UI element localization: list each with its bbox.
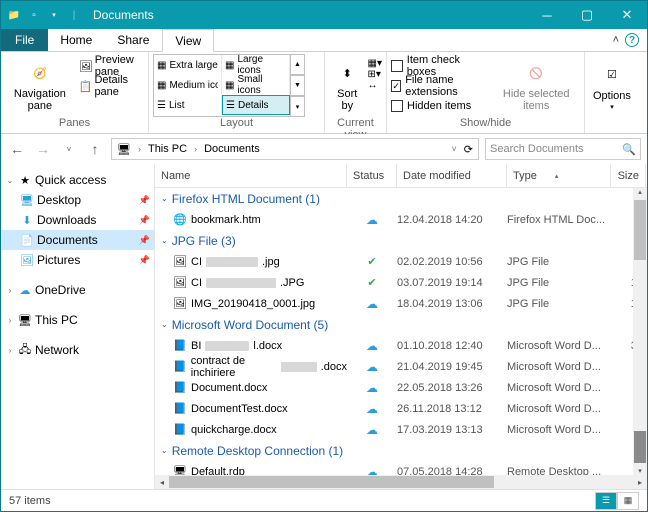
layout-gallery[interactable]: ▦Extra large icons▦Large icons ▦Medium i… [153,54,291,117]
vertical-scrollbar[interactable]: ▴ ▾ [633,188,647,475]
qat-separator: | [65,6,83,24]
preview-pane-button[interactable]: 🖼Preview pane [77,56,144,76]
layout-expand[interactable]: ▾ [291,96,305,117]
forward-button[interactable]: → [33,139,53,159]
up-button[interactable]: ↑ [85,139,105,159]
file-icon: 📘 [173,381,187,394]
thumb-view-button[interactable]: ▦ [617,492,639,510]
qat-props-icon[interactable]: ▫ [25,6,43,24]
pc-icon: 🖥 [114,143,134,156]
status-bar: 57 items ☰ ▦ [1,489,647,511]
file-icon: 📘 [173,423,187,436]
window-title: Documents [87,8,527,22]
nav-pane-button[interactable]: 🧭 Navigation pane [5,54,75,117]
file-row[interactable]: 🖼IMG_20190418_0001.jpg☁18.04.2019 13:06J… [155,293,647,314]
group-by-icon[interactable]: ▦▾ [368,58,382,69]
group-label-current: Current view [329,117,382,131]
file-icon: 🌐 [173,213,187,226]
file-row[interactable]: 📘Document.docx☁22.05.2018 13:26Microsoft… [155,377,647,398]
tab-view[interactable]: View [162,29,214,52]
file-row[interactable]: 📘DocumentTest.docx☁26.11.2018 13:12Micro… [155,398,647,419]
recent-dropdown[interactable]: ˅ [59,139,79,159]
add-col-icon[interactable]: ⊞▾ [368,69,382,80]
group-label-show: Show/hide [391,117,580,131]
file-icon: 🖼 [173,255,187,268]
crumb-dropdown-icon[interactable]: ˅ [449,144,460,154]
file-row[interactable]: 🖼CI.JPG✔03.07.2019 19:14JPG File1.2 [155,272,647,293]
details-pane-button[interactable]: 📋Details pane [77,76,144,96]
col-name[interactable]: Name [155,164,347,187]
sidebar-pictures[interactable]: 🖼Pictures📌 [1,250,154,270]
search-input[interactable]: Search Documents 🔍 [485,138,641,160]
ribbon-tabs: File Home Share View ˄ ? [1,29,647,52]
sidebar-onedrive[interactable]: ›☁OneDrive [1,280,154,300]
file-row[interactable]: 🖼CI.jpg✔02.02.2019 10:56JPG File [155,251,647,272]
group-header[interactable]: ⌄Firefox HTML Document (1) [155,188,647,209]
file-row[interactable]: 📘BIl.docx☁01.10.2018 12:40Microsoft Word… [155,335,647,356]
col-status[interactable]: Status [347,164,397,187]
hide-selected-button[interactable]: 🚫 Hide selected items [492,54,580,117]
group-label-panes: Panes [5,117,144,131]
crumb-thispc[interactable]: This PC [145,143,190,155]
sidebar-thispc[interactable]: ›🖥This PC [1,310,154,330]
group-header[interactable]: ⌄JPG File (3) [155,230,647,251]
horizontal-scrollbar[interactable]: ◂▸ [155,475,647,489]
search-icon: 🔍 [622,143,636,156]
explorer-window: 📁 ▫ ▾ | Documents ─ ▢ ✕ File Home Share … [0,0,648,512]
file-icon: 🖥 [173,465,187,475]
sidebar-desktop[interactable]: 🖥Desktop📌 [1,190,154,210]
file-row[interactable]: 📘quickcharge.docx☁17.03.2019 13:13Micros… [155,419,647,440]
breadcrumb[interactable]: 🖥› This PC› Documents ˅ ⟳ [111,138,479,160]
details-view-button[interactable]: ☰ [595,492,617,510]
titlebar: 📁 ▫ ▾ | Documents ─ ▢ ✕ [1,1,647,29]
ribbon: 🧭 Navigation pane 🖼Preview pane 📋Details… [1,52,647,134]
file-icon: 🖼 [173,297,187,310]
sidebar-documents[interactable]: 📄Documents📌 [1,230,154,250]
tab-file[interactable]: File [1,29,48,51]
file-ext-toggle[interactable]: ✓File name extensions [391,76,490,96]
search-placeholder: Search Documents [490,143,584,155]
size-col-icon[interactable]: ↔ [368,80,382,91]
nav-pane: ⌄★Quick access 🖥Desktop📌 ⬇Downloads📌 📄Do… [1,164,155,489]
options-button[interactable]: ☑ Options ▾ [589,54,635,117]
refresh-icon[interactable]: ⟳ [461,143,476,156]
file-icon: 📘 [173,402,187,415]
sidebar-downloads[interactable]: ⬇Downloads📌 [1,210,154,230]
help-icon[interactable]: ? [625,33,639,47]
qat-dropdown-icon[interactable]: ▾ [45,6,63,24]
file-row[interactable]: 🌐bookmark.htm☁12.04.2018 14:20Firefox HT… [155,209,647,230]
tab-home[interactable]: Home [48,29,105,51]
sort-by-button[interactable]: ⬍ Sort by [329,54,366,117]
group-header[interactable]: ⌄Microsoft Word Document (5) [155,314,647,335]
back-button[interactable]: ← [7,139,27,159]
item-checkboxes-toggle[interactable]: Item check boxes [391,56,490,76]
tab-share[interactable]: Share [105,29,162,51]
maximize-button[interactable]: ▢ [567,1,607,29]
address-bar: ← → ˅ ↑ 🖥› This PC› Documents ˅ ⟳ Search… [1,134,647,164]
file-icon: 🖼 [173,276,187,289]
col-size[interactable]: Size [611,164,646,187]
col-date[interactable]: Date modified [397,164,507,187]
group-label-layout: Layout [153,117,320,131]
status-item-count: 57 items [9,495,51,507]
qat-back-icon[interactable]: 📁 [5,6,23,24]
file-row[interactable]: 📘contract de inchiriere.docx☁21.04.2019 … [155,356,647,377]
sidebar-network[interactable]: ›🖧Network [1,340,154,360]
sort-asc-icon: ▴ [555,172,559,180]
file-icon: 📘 [173,339,187,352]
layout-up[interactable]: ▲ [291,54,305,75]
minimize-button[interactable]: ─ [527,1,567,29]
close-button[interactable]: ✕ [607,1,647,29]
sidebar-quick-access[interactable]: ⌄★Quick access [1,170,154,190]
crumb-documents[interactable]: Documents [201,143,263,155]
ribbon-collapse-icon[interactable]: ˄ [607,29,625,51]
file-icon: 📘 [173,360,187,373]
group-header[interactable]: ⌄Remote Desktop Connection (1) [155,440,647,461]
file-row[interactable]: 🖥Default.rdp☁07.05.2018 14:28Remote Desk… [155,461,647,475]
file-list: ⌄Firefox HTML Document (1)🌐bookmark.htm☁… [155,188,647,475]
col-type[interactable]: Type▴ [507,164,611,187]
layout-down[interactable]: ▼ [291,75,305,96]
hidden-items-toggle[interactable]: Hidden items [391,96,490,116]
column-headers: Name Status Date modified Type▴ Size [155,164,647,188]
